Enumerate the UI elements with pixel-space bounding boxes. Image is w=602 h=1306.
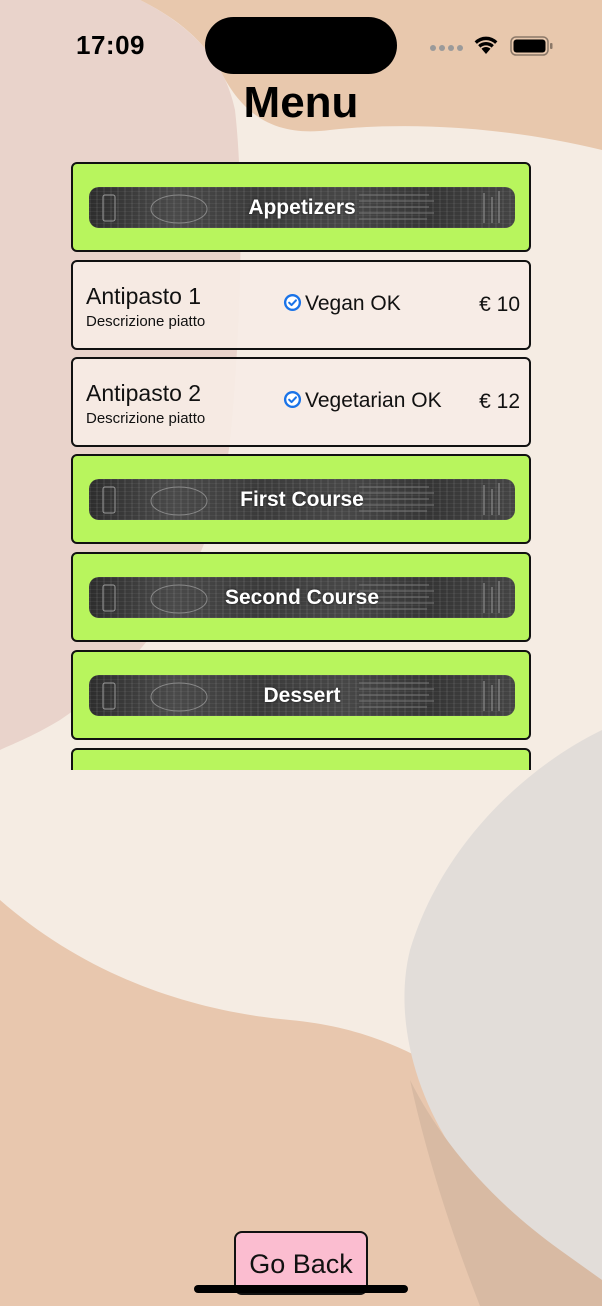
home-indicator	[194, 1285, 408, 1293]
category-label: First Course	[240, 488, 364, 511]
dish-diet: Vegetarian OK	[283, 389, 442, 415]
category-second-course[interactable]: Second Course	[71, 552, 531, 642]
dish-name: Antipasto 1	[86, 283, 202, 309]
status-time: 17:09	[76, 30, 145, 60]
check-circle-icon	[283, 293, 302, 312]
dish-description: Descrizione piatto	[86, 313, 206, 330]
dish-price: € 12	[479, 390, 520, 413]
category-label: Appetizers	[248, 196, 356, 219]
status-bar: 17:09	[0, 0, 602, 90]
dish-description: Descrizione piatto	[86, 410, 206, 427]
dynamic-island	[205, 17, 397, 74]
dish-diet: Vegan OK	[283, 292, 401, 318]
dish-price: € 10	[479, 293, 520, 316]
battery-icon	[510, 36, 553, 56]
dish-name: Antipasto 2	[86, 380, 202, 406]
category-first-course[interactable]: First Course	[71, 454, 531, 544]
check-circle-icon	[283, 390, 302, 409]
category-banner: Appetizers	[89, 187, 515, 228]
cellular-signal-icon	[430, 45, 464, 53]
dish-row[interactable]: Antipasto 1 Descrizione piatto Vegan OK …	[71, 260, 531, 350]
category-appetizers[interactable]: Appetizers	[71, 162, 531, 252]
status-icons	[430, 32, 555, 60]
category-label: Second Course	[224, 586, 380, 609]
category-partial[interactable]	[71, 748, 531, 770]
category-banner: First Course	[89, 479, 515, 520]
wifi-icon	[474, 36, 498, 54]
category-banner: Dessert	[89, 675, 515, 716]
dish-diet-label: Vegetarian OK	[305, 389, 442, 412]
menu-list[interactable]: Appetizers Antipasto 1 Descrizione piatt…	[71, 162, 531, 770]
dish-diet-label: Vegan OK	[305, 292, 401, 315]
category-dessert[interactable]: Dessert	[71, 650, 531, 740]
category-banner: Second Course	[89, 577, 515, 618]
category-label: Dessert	[263, 684, 341, 707]
dish-row[interactable]: Antipasto 2 Descrizione piatto Vegetaria…	[71, 357, 531, 447]
